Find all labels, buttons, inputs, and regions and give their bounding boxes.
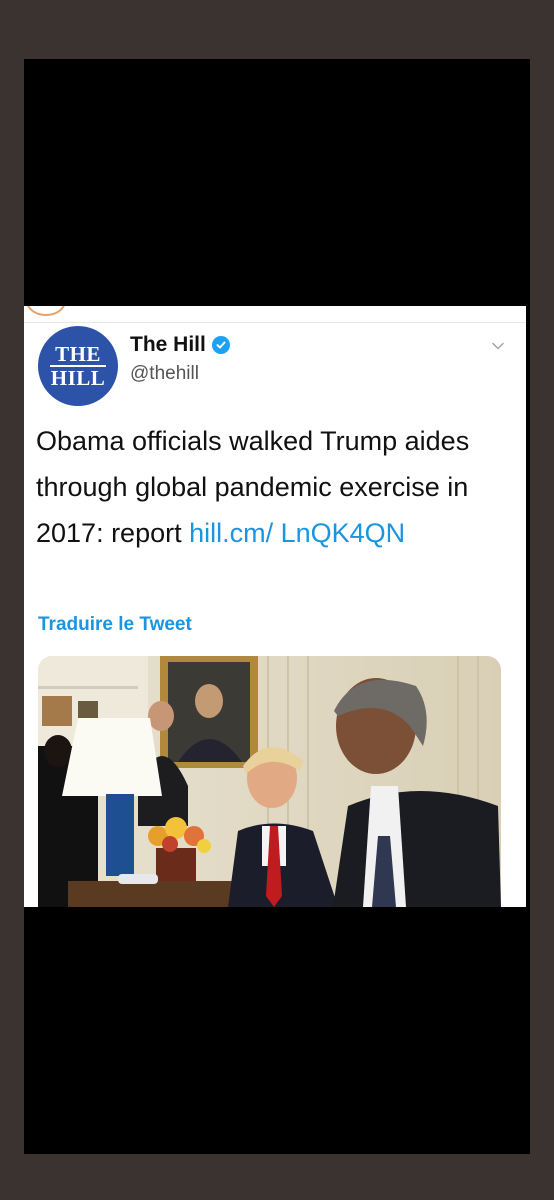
avatar[interactable]: THE HILL: [38, 326, 118, 406]
account-name[interactable]: The Hill: [130, 333, 206, 357]
avatar-line-1: THE: [55, 342, 101, 366]
account-handle[interactable]: @thehill: [130, 363, 199, 385]
translate-link[interactable]: Traduire le Tweet: [38, 614, 192, 636]
tweet-text: Obama officials walked Trump aides throu…: [36, 418, 506, 556]
avatar-line-2: HILL: [50, 366, 106, 390]
photo-illustration: [38, 656, 501, 907]
previous-item-edge: [24, 306, 526, 323]
chevron-down-icon[interactable]: [492, 340, 504, 352]
verified-badge-icon: [211, 336, 230, 354]
tweet-photo[interactable]: [38, 656, 501, 907]
tweet-link[interactable]: hill.cm/ LnQK4QN: [189, 518, 405, 548]
tweet-card[interactable]: THE HILL The Hill @thehill Obama officia…: [24, 306, 526, 907]
account-name-row[interactable]: The Hill: [130, 333, 230, 357]
previous-avatar-edge: [26, 306, 66, 316]
